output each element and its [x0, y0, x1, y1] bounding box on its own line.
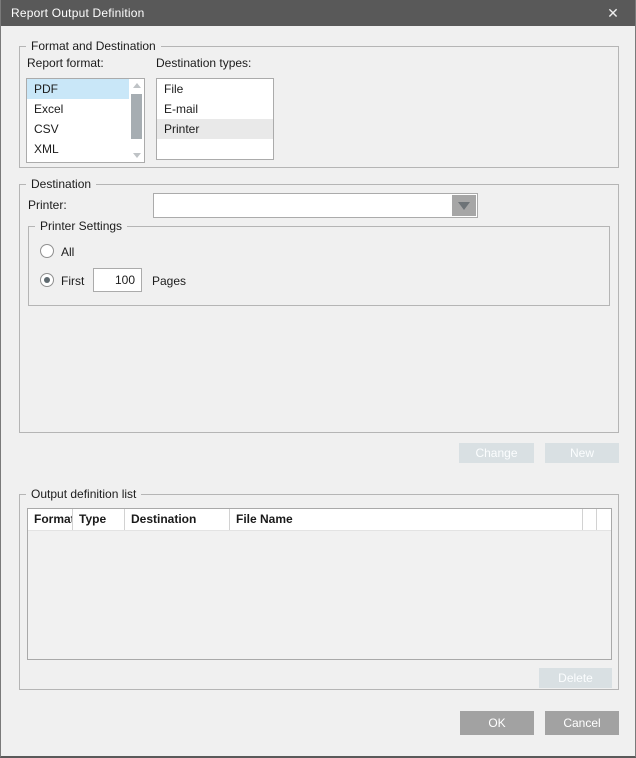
group-title: Output definition list [26, 487, 141, 502]
column-header-spacer [583, 509, 597, 530]
destination-types-listbox[interactable]: File E-mail Printer [156, 78, 274, 160]
group-title: Printer Settings [35, 219, 127, 234]
list-item-excel[interactable]: Excel [27, 99, 144, 119]
output-definition-table: Format Type Destination File Name [27, 508, 612, 660]
new-button[interactable]: New [545, 443, 619, 463]
ok-button[interactable]: OK [460, 711, 534, 735]
report-output-definition-dialog: Report Output Definition ✕ Format and De… [0, 0, 636, 758]
destination-group: Destination Printer: Printer Settings Al… [19, 184, 619, 433]
pages-label: Pages [152, 274, 186, 288]
printer-dropdown-button[interactable] [452, 195, 476, 216]
list-item-printer[interactable]: Printer [157, 119, 273, 139]
printer-label: Printer: [28, 198, 67, 212]
list-item-pdf[interactable]: PDF [27, 79, 144, 99]
column-header-type[interactable]: Type [73, 509, 125, 530]
cancel-button[interactable]: Cancel [545, 711, 619, 735]
all-radio-label: All [61, 245, 74, 259]
all-radio[interactable] [40, 244, 54, 258]
table-body-empty [28, 531, 611, 660]
list-item-xml[interactable]: XML [27, 139, 144, 159]
list-item-csv[interactable]: CSV [27, 119, 144, 139]
list-item-email[interactable]: E-mail [157, 99, 273, 119]
printer-settings-group: Printer Settings All First Pages [28, 226, 610, 306]
list-item-file[interactable]: File [157, 79, 273, 99]
report-format-label: Report format: [27, 56, 104, 70]
report-format-scrollbar[interactable] [129, 79, 144, 162]
delete-button[interactable]: Delete [539, 668, 612, 688]
first-radio-label: First [61, 274, 84, 288]
scrollbar-down-icon[interactable] [129, 148, 144, 162]
titlebar: Report Output Definition ✕ [1, 0, 635, 26]
column-header-format[interactable]: Format [28, 509, 73, 530]
table-header-row: Format Type Destination File Name [28, 509, 611, 531]
group-title: Format and Destination [26, 39, 161, 54]
window-title: Report Output Definition [1, 6, 145, 20]
output-definition-list-group: Output definition list Format Type Desti… [19, 494, 619, 690]
column-header-destination[interactable]: Destination [125, 509, 230, 530]
group-title: Destination [26, 177, 96, 192]
close-icon[interactable]: ✕ [597, 0, 629, 26]
chevron-down-icon [458, 202, 470, 210]
change-button[interactable]: Change [459, 443, 534, 463]
report-format-listbox[interactable]: PDF Excel CSV XML [26, 78, 145, 163]
first-radio[interactable] [40, 273, 54, 287]
first-pages-input[interactable] [93, 268, 142, 292]
destination-types-label: Destination types: [156, 56, 251, 70]
printer-combobox[interactable] [153, 193, 478, 218]
scrollbar-up-icon[interactable] [129, 79, 144, 93]
scrollbar-thumb[interactable] [131, 94, 142, 139]
format-and-destination-group: Format and Destination Report format: PD… [19, 46, 619, 168]
column-header-file-name[interactable]: File Name [230, 509, 583, 530]
column-header-filler [597, 509, 611, 530]
